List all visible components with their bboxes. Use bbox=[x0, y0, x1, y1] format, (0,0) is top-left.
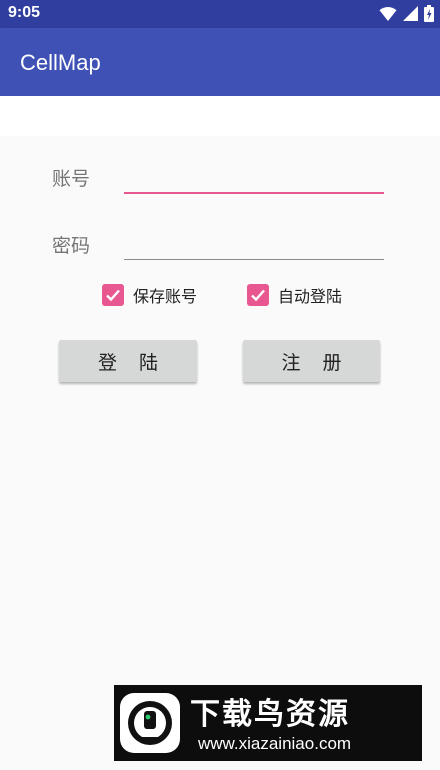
header-strip bbox=[0, 96, 440, 136]
save-account-checkbox-row[interactable]: 保存账号 bbox=[102, 283, 197, 307]
app-title: CellMap bbox=[20, 50, 101, 75]
app-bar: CellMap bbox=[0, 28, 440, 96]
watermark-url: www.xiazainiao.com bbox=[198, 734, 352, 753]
cell-signal-icon bbox=[403, 6, 418, 21]
bird-logo-icon bbox=[120, 693, 180, 753]
status-bar: 9:05 bbox=[0, 0, 440, 28]
account-label: 账号 bbox=[52, 168, 91, 190]
login-button[interactable]: 登陆 bbox=[59, 340, 197, 382]
wifi-icon bbox=[379, 6, 397, 21]
status-icons bbox=[379, 5, 434, 22]
auto-login-label: 自动登陆 bbox=[278, 287, 343, 306]
watermark-title: 下载鸟资源 bbox=[190, 697, 350, 732]
status-time: 9:05 bbox=[8, 4, 41, 21]
checkmark-icon bbox=[251, 289, 265, 302]
password-label: 密码 bbox=[52, 235, 91, 257]
account-input[interactable] bbox=[124, 160, 384, 190]
account-underline bbox=[124, 192, 384, 194]
auto-login-checkbox-row[interactable]: 自动登陆 bbox=[247, 283, 342, 307]
save-account-checkbox[interactable] bbox=[102, 284, 124, 306]
battery-icon bbox=[424, 5, 434, 22]
save-account-label: 保存账号 bbox=[133, 287, 198, 306]
auto-login-checkbox[interactable] bbox=[247, 284, 269, 306]
password-underline bbox=[124, 259, 384, 260]
checkmark-icon bbox=[106, 289, 120, 302]
watermark-banner: 下载鸟资源 www.xiazainiao.com bbox=[114, 685, 422, 761]
register-button[interactable]: 注册 bbox=[243, 340, 380, 382]
password-input[interactable] bbox=[124, 227, 384, 257]
